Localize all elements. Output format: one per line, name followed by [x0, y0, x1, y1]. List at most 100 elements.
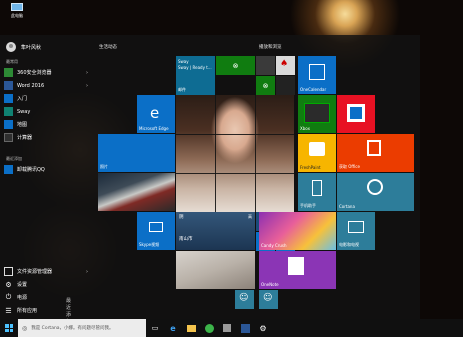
- edge-taskbar-button[interactable]: e: [164, 319, 182, 337]
- all-apps-item[interactable]: ☰ 所有应用 最近添加: [4, 298, 71, 325]
- edge-icon: e: [170, 323, 176, 333]
- film-icon: [348, 221, 364, 233]
- file-explorer-item[interactable]: 文件资源管理器 ›: [4, 266, 88, 277]
- app-calculator[interactable]: 计算器: [4, 132, 32, 143]
- tile-news-photo[interactable]: [176, 251, 255, 289]
- tile-small-2[interactable]: [276, 76, 295, 95]
- tile-cards[interactable]: ♠: [276, 56, 295, 75]
- tile-sway-title: Sway: [178, 59, 189, 64]
- word-taskbar-button[interactable]: [236, 319, 254, 337]
- start-left-column: 隼叶风秋 最常用 360安全浏览器 › Word 2016 › 入门 Sway …: [0, 35, 90, 325]
- tile-xbox[interactable]: ⊗: [256, 76, 275, 95]
- app-label: 卸载腾讯QQ: [17, 167, 45, 173]
- tile-car-photo[interactable]: [98, 173, 175, 211]
- app-word-2016[interactable]: Word 2016 ›: [4, 80, 88, 91]
- calendar-icon: [309, 64, 325, 80]
- sway-icon: [4, 107, 13, 116]
- tile-candy-label: Candy Crush: [261, 243, 287, 248]
- tile-photos[interactable]: 照片: [98, 134, 175, 172]
- recently-added-title: 最近添加: [6, 156, 22, 161]
- calculator-icon: [4, 133, 13, 142]
- paint-icon: [309, 142, 325, 156]
- bottom-item-label: 设置: [17, 282, 28, 288]
- start-button[interactable]: [0, 319, 18, 337]
- tile-phone-label: 手机助手: [300, 203, 316, 208]
- browser-360-icon: [4, 68, 13, 77]
- folder-icon: [4, 267, 13, 276]
- power-icon: ⏻: [5, 293, 12, 301]
- tile-get-office[interactable]: 获取 Office: [337, 134, 414, 172]
- gear-icon: ⚙: [259, 323, 267, 333]
- tile-freshpaint[interactable]: FreshPaint: [298, 134, 336, 172]
- browser-360-taskbar-button[interactable]: [200, 319, 218, 337]
- task-view-icon: ▭: [151, 324, 159, 332]
- store-taskbar-button[interactable]: [218, 319, 236, 337]
- chevron-right-icon[interactable]: ›: [86, 269, 88, 275]
- app-uninstall-qq[interactable]: 卸载腾讯QQ: [4, 164, 45, 175]
- tile-divider: [255, 95, 256, 212]
- chevron-right-icon[interactable]: ›: [86, 83, 88, 89]
- browser-360-icon: [204, 323, 214, 333]
- tile-onenote[interactable]: OneNote: [259, 251, 336, 289]
- tile-people[interactable]: ☺: [235, 290, 254, 309]
- word-icon: [240, 323, 250, 333]
- this-pc-label: 此电脑: [11, 13, 23, 18]
- tile-weather[interactable]: 阴 南山市 高: [176, 212, 255, 250]
- tile-sway-text: Sway | Ready t...: [178, 65, 212, 70]
- most-used-title: 最常用: [6, 59, 18, 64]
- chevron-right-icon[interactable]: ›: [86, 70, 88, 76]
- tile-divider: [215, 95, 216, 212]
- tile-photos-label: 照片: [100, 164, 108, 169]
- app-label: 360安全浏览器: [17, 70, 52, 76]
- app-360-browser[interactable]: 360安全浏览器 ›: [4, 67, 88, 78]
- monitor-icon: [11, 3, 23, 11]
- tile-mail-sway[interactable]: Sway Sway | Ready t... 邮件: [176, 56, 215, 95]
- user-account[interactable]: 隼叶风秋: [6, 42, 41, 52]
- tile-candy-crush[interactable]: Candy Crush: [259, 212, 336, 250]
- app-get-started[interactable]: 入门: [4, 93, 27, 104]
- get-started-icon: [4, 94, 13, 103]
- tile-cortana[interactable]: Cortana: [337, 173, 414, 211]
- explorer-taskbar-button[interactable]: [182, 319, 200, 337]
- tile-movies-label: 电影和电视: [339, 242, 359, 247]
- app-sway[interactable]: Sway: [4, 106, 30, 117]
- taskbar: ◎ 我是 Cortana，小娜。有问题尽管问我。 ▭ e ⚙: [0, 319, 463, 337]
- tile-divider: [176, 134, 294, 135]
- weather-condition: 阴: [179, 215, 184, 220]
- xbox-art-icon: [304, 103, 330, 123]
- app-label: 计算器: [17, 135, 33, 141]
- tile-small-1[interactable]: [256, 56, 275, 75]
- tile-skype-video[interactable]: Skype视频: [137, 212, 175, 250]
- tile-movies[interactable]: 电影和电视: [337, 212, 375, 250]
- tile-contacts[interactable]: ☺: [259, 290, 278, 309]
- task-view-button[interactable]: ▭: [146, 319, 164, 337]
- tile-xbox-large[interactable]: Xbox: [298, 95, 336, 133]
- app-maps[interactable]: 地图: [4, 119, 27, 130]
- cortana-search-box[interactable]: ◎ 我是 Cortana，小娜。有问题尽管问我。: [18, 319, 146, 337]
- bottom-item-label: 所有应用: [17, 308, 38, 314]
- office-icon: [367, 140, 381, 156]
- tile-red[interactable]: [337, 95, 375, 133]
- search-placeholder: 我是 Cortana，小娜。有问题尽管问我。: [31, 326, 114, 331]
- tile-skype-label: Skype视频: [139, 242, 160, 247]
- microphone-icon: ◎: [22, 324, 28, 332]
- tile-onecalendar[interactable]: OneCalendar: [298, 56, 336, 94]
- app-label: Word 2016: [17, 82, 45, 89]
- settings-taskbar-button[interactable]: ⚙: [254, 319, 272, 337]
- phone-icon: [312, 180, 322, 196]
- list-icon: ☰: [5, 306, 12, 315]
- tile-cortana-label: Cortana: [339, 204, 355, 209]
- tile-phone-companion[interactable]: 手机助手: [298, 173, 336, 211]
- tile-onecalendar-label: OneCalendar: [300, 87, 327, 92]
- weather-extra: 高: [248, 214, 252, 219]
- this-pc-desktop-icon[interactable]: 此电脑: [6, 3, 28, 19]
- folder-icon: [186, 324, 196, 332]
- tile-photo-large[interactable]: [176, 95, 294, 212]
- app-label: 地图: [17, 122, 28, 128]
- settings-item[interactable]: ⚙ 设置: [4, 279, 27, 290]
- power-item[interactable]: ⏻ 电源: [4, 292, 27, 303]
- tile-get-office-label: 获取 Office: [339, 164, 360, 169]
- cortana-icon: [367, 179, 383, 195]
- tile-edge[interactable]: e Microsoft Edge: [137, 95, 175, 133]
- tile-xbox-small[interactable]: ⊗: [216, 56, 255, 75]
